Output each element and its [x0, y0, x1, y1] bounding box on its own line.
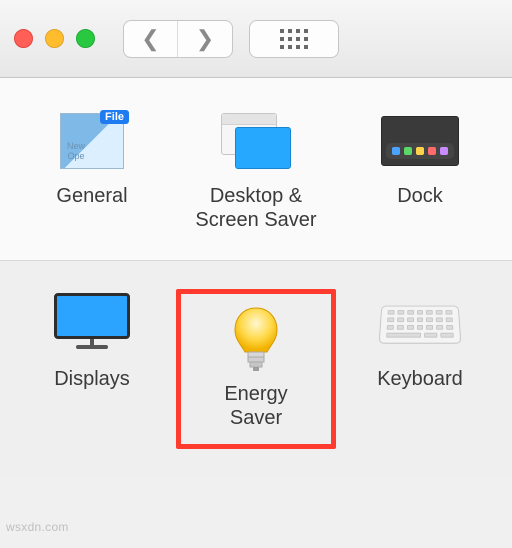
general-icon: File NewOpe: [52, 106, 132, 176]
pref-row-1: File NewOpe General Desktop & Screen Sav…: [0, 78, 512, 261]
pref-item-keyboard[interactable]: Keyboard: [340, 289, 500, 449]
pref-item-displays[interactable]: Displays: [12, 289, 172, 449]
displays-icon: [52, 289, 132, 359]
pref-label: Keyboard: [377, 367, 463, 391]
pref-label: Dock: [397, 184, 443, 208]
forward-button[interactable]: ❯: [178, 21, 232, 57]
file-badge: File: [100, 110, 129, 124]
attribution-watermark: wsxdn.com: [6, 520, 69, 534]
chevron-left-icon: ❮: [141, 28, 159, 50]
pref-label: General: [56, 184, 127, 208]
back-button[interactable]: ❮: [124, 21, 178, 57]
system-preferences-window: ❮ ❯ File NewOpe Gen: [0, 0, 512, 477]
nav-segmented-control: ❮ ❯: [123, 20, 233, 58]
chevron-right-icon: ❯: [196, 28, 214, 50]
pref-label: Displays: [54, 367, 130, 391]
zoom-window-button[interactable]: [76, 29, 95, 48]
pref-item-dock[interactable]: Dock: [340, 106, 500, 232]
toolbar: ❮ ❯: [0, 0, 512, 78]
close-window-button[interactable]: [14, 29, 33, 48]
general-icon-text: NewOpe: [67, 142, 85, 162]
pref-item-general[interactable]: File NewOpe General: [12, 106, 172, 232]
pref-item-desktop-screensaver[interactable]: Desktop & Screen Saver: [176, 106, 336, 232]
desktop-screensaver-icon: [216, 106, 296, 176]
pref-item-energy-saver[interactable]: Energy Saver: [176, 289, 336, 449]
grid-icon: [280, 29, 308, 49]
lightbulb-icon: [233, 306, 279, 372]
keyboard-icon: [380, 289, 460, 359]
minimize-window-button[interactable]: [45, 29, 64, 48]
pref-label: Desktop & Screen Saver: [195, 184, 316, 232]
dock-icon: [380, 106, 460, 176]
energy-saver-icon: [216, 304, 296, 374]
pref-row-2: Displays: [0, 261, 512, 477]
window-controls: [14, 29, 95, 48]
show-all-button[interactable]: [250, 21, 338, 57]
pref-label: Energy Saver: [224, 382, 287, 430]
show-all-control: [249, 20, 339, 58]
